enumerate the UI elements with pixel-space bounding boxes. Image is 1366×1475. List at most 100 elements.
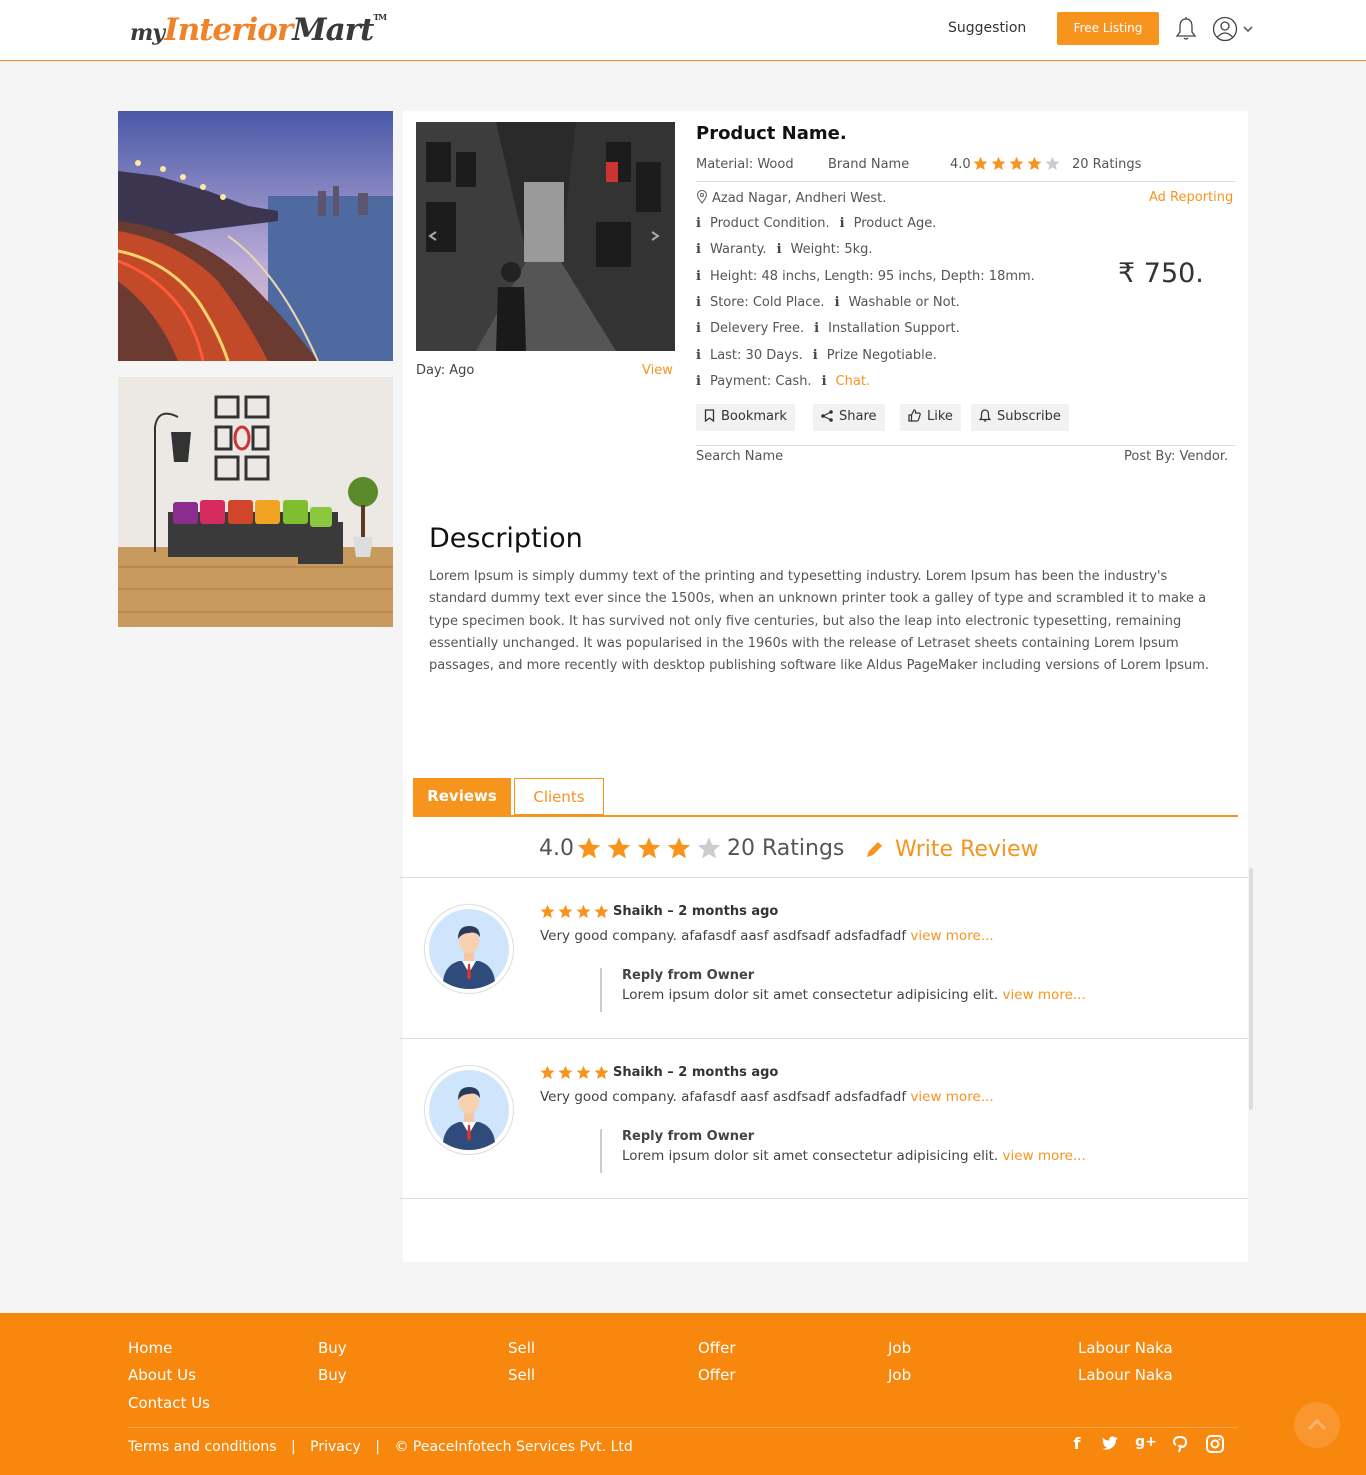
reviews-scrollbar[interactable] — [1249, 868, 1253, 1110]
bookmark-label: Bookmark — [721, 409, 787, 424]
spec-text: Payment: Cash. — [709, 374, 812, 389]
footer-link[interactable]: Labour Naka — [1078, 1339, 1173, 1357]
free-listing-button[interactable]: Free Listing — [1057, 12, 1159, 45]
write-review-button[interactable]: Write Review — [865, 837, 1039, 862]
thumbnail-city-image[interactable] — [118, 111, 393, 361]
star-icon — [577, 837, 601, 859]
spec-text: Product Condition. — [709, 216, 830, 231]
footer-link[interactable]: Job — [888, 1366, 911, 1384]
scroll-to-top-button[interactable] — [1294, 1402, 1340, 1448]
bookmark-icon — [704, 409, 715, 423]
info-icon: i — [839, 216, 845, 231]
footer-link[interactable]: Buy — [318, 1366, 347, 1384]
twitter-icon[interactable] — [1100, 1434, 1120, 1454]
pencil-icon — [867, 842, 882, 857]
like-button[interactable]: Like — [900, 404, 961, 431]
review-header: Shaikh – 2 months ago — [540, 904, 778, 919]
location: Azad Nagar, Andheri West. — [696, 189, 887, 206]
spec-text: Chat. — [835, 374, 871, 389]
review-author: Shaikh – 2 months ago — [613, 904, 779, 919]
info-icon: i — [696, 374, 701, 389]
footer-link[interactable]: Offer — [698, 1339, 736, 1357]
bookmark-button[interactable]: Bookmark — [696, 404, 795, 431]
reply-body: Lorem ipsum dolor sit amet consectetur a… — [622, 1148, 1003, 1164]
location-text: Azad Nagar, Andheri West. — [712, 191, 887, 206]
footer-link[interactable]: About Us — [128, 1366, 196, 1384]
product-main-image[interactable] — [416, 122, 675, 351]
separator: | — [290, 1439, 296, 1455]
footer-link[interactable]: Labour Naka — [1078, 1366, 1173, 1384]
star-icon — [594, 904, 609, 918]
footer-link[interactable]: Sell — [508, 1339, 535, 1357]
spec-text: Height: 48 inchs, Length: 95 inchs, Dept… — [709, 269, 1035, 284]
avatar — [424, 904, 514, 994]
facebook-icon[interactable]: f — [1067, 1434, 1087, 1454]
terms-link[interactable]: Terms and conditions — [128, 1439, 277, 1455]
review-author: Shaikh – 2 months ago — [613, 1065, 779, 1080]
spec-item: i Product Condition. — [696, 216, 830, 231]
star-icon — [697, 837, 721, 859]
view-more-link[interactable]: view more... — [1003, 987, 1086, 1003]
logo-interior: Interior — [164, 12, 293, 48]
view-more-link[interactable]: view more... — [1003, 1148, 1086, 1164]
footer-link[interactable]: Contact Us — [128, 1394, 210, 1412]
logo-tm: TM — [373, 12, 387, 22]
star-icon — [558, 1065, 573, 1079]
ad-reporting-link[interactable]: Ad Reporting — [1149, 190, 1233, 205]
subscribe-label: Subscribe — [997, 409, 1061, 424]
footer-link[interactable]: Buy — [318, 1339, 347, 1357]
rating-stars — [973, 156, 1060, 171]
share-button[interactable]: Share — [813, 404, 885, 431]
user-icon[interactable] — [1212, 16, 1238, 42]
chevron-down-icon[interactable] — [1241, 22, 1255, 36]
logo[interactable]: myInteriorMartTM — [130, 12, 387, 48]
info-icon: i — [696, 321, 701, 336]
spec-item: i Weight: 5kg. — [777, 242, 873, 257]
star-icon — [540, 904, 555, 918]
view-more-link[interactable]: view more... — [910, 1089, 993, 1105]
separator: | — [375, 1439, 380, 1455]
spec-text: Weight: 5kg. — [790, 242, 873, 257]
instagram-icon[interactable] — [1205, 1434, 1225, 1454]
bell-icon — [978, 409, 992, 422]
subscribe-button[interactable]: Subscribe — [971, 404, 1069, 431]
like-label: Like — [927, 409, 953, 424]
thumbnail-living-room-image[interactable] — [118, 377, 393, 627]
view-more-link[interactable]: view more... — [910, 928, 993, 944]
logo-my: my — [130, 20, 165, 46]
star-icon — [991, 156, 1006, 170]
privacy-link[interactable]: Privacy — [310, 1439, 361, 1455]
info-icon: i — [696, 269, 701, 284]
header: myInteriorMartTM Suggestion Free Listing — [0, 0, 1366, 61]
spec-item: i Prize Negotiable. — [813, 348, 937, 363]
suggestion-link[interactable]: Suggestion — [948, 20, 1026, 36]
product-meta-row: Material: Wood Brand Name 4.0 20 Ratings — [696, 156, 1236, 182]
info-icon: i — [696, 242, 701, 257]
spec-text: Prize Negotiable. — [826, 348, 937, 363]
thumbs-up-icon — [908, 409, 921, 422]
star-icon — [576, 904, 591, 918]
spec-text: Store: Cold Place. — [709, 295, 825, 310]
spec-item[interactable]: i Chat. — [822, 374, 870, 389]
spec-text: Product Age. — [853, 216, 937, 231]
reviews-rating-stars — [577, 836, 721, 860]
share-label: Share — [839, 409, 877, 424]
review-item: Shaikh – 2 months ago Very good company. … — [400, 1039, 1248, 1199]
footer-link[interactable]: Job — [888, 1339, 911, 1357]
tab-reviews[interactable]: Reviews — [413, 778, 511, 815]
spec-text: Delevery Free. — [709, 321, 805, 336]
spec-item: i Delevery Free. — [696, 321, 804, 336]
map-pin-icon — [696, 189, 708, 204]
info-icon: i — [812, 348, 818, 363]
footer-link[interactable]: Sell — [508, 1366, 535, 1384]
footer-link[interactable]: Home — [128, 1339, 172, 1357]
bell-icon[interactable] — [1174, 16, 1198, 42]
reviews-ratings-count: 20 Ratings — [727, 836, 845, 861]
pinterest-icon[interactable] — [1170, 1434, 1190, 1454]
star-icon — [667, 837, 691, 859]
tab-clients[interactable]: Clients — [514, 778, 604, 815]
search-name: Search Name — [696, 449, 784, 464]
footer-link[interactable]: Offer — [698, 1366, 736, 1384]
google-plus-icon[interactable]: g+ — [1135, 1434, 1157, 1454]
view-link[interactable]: View — [642, 363, 673, 378]
